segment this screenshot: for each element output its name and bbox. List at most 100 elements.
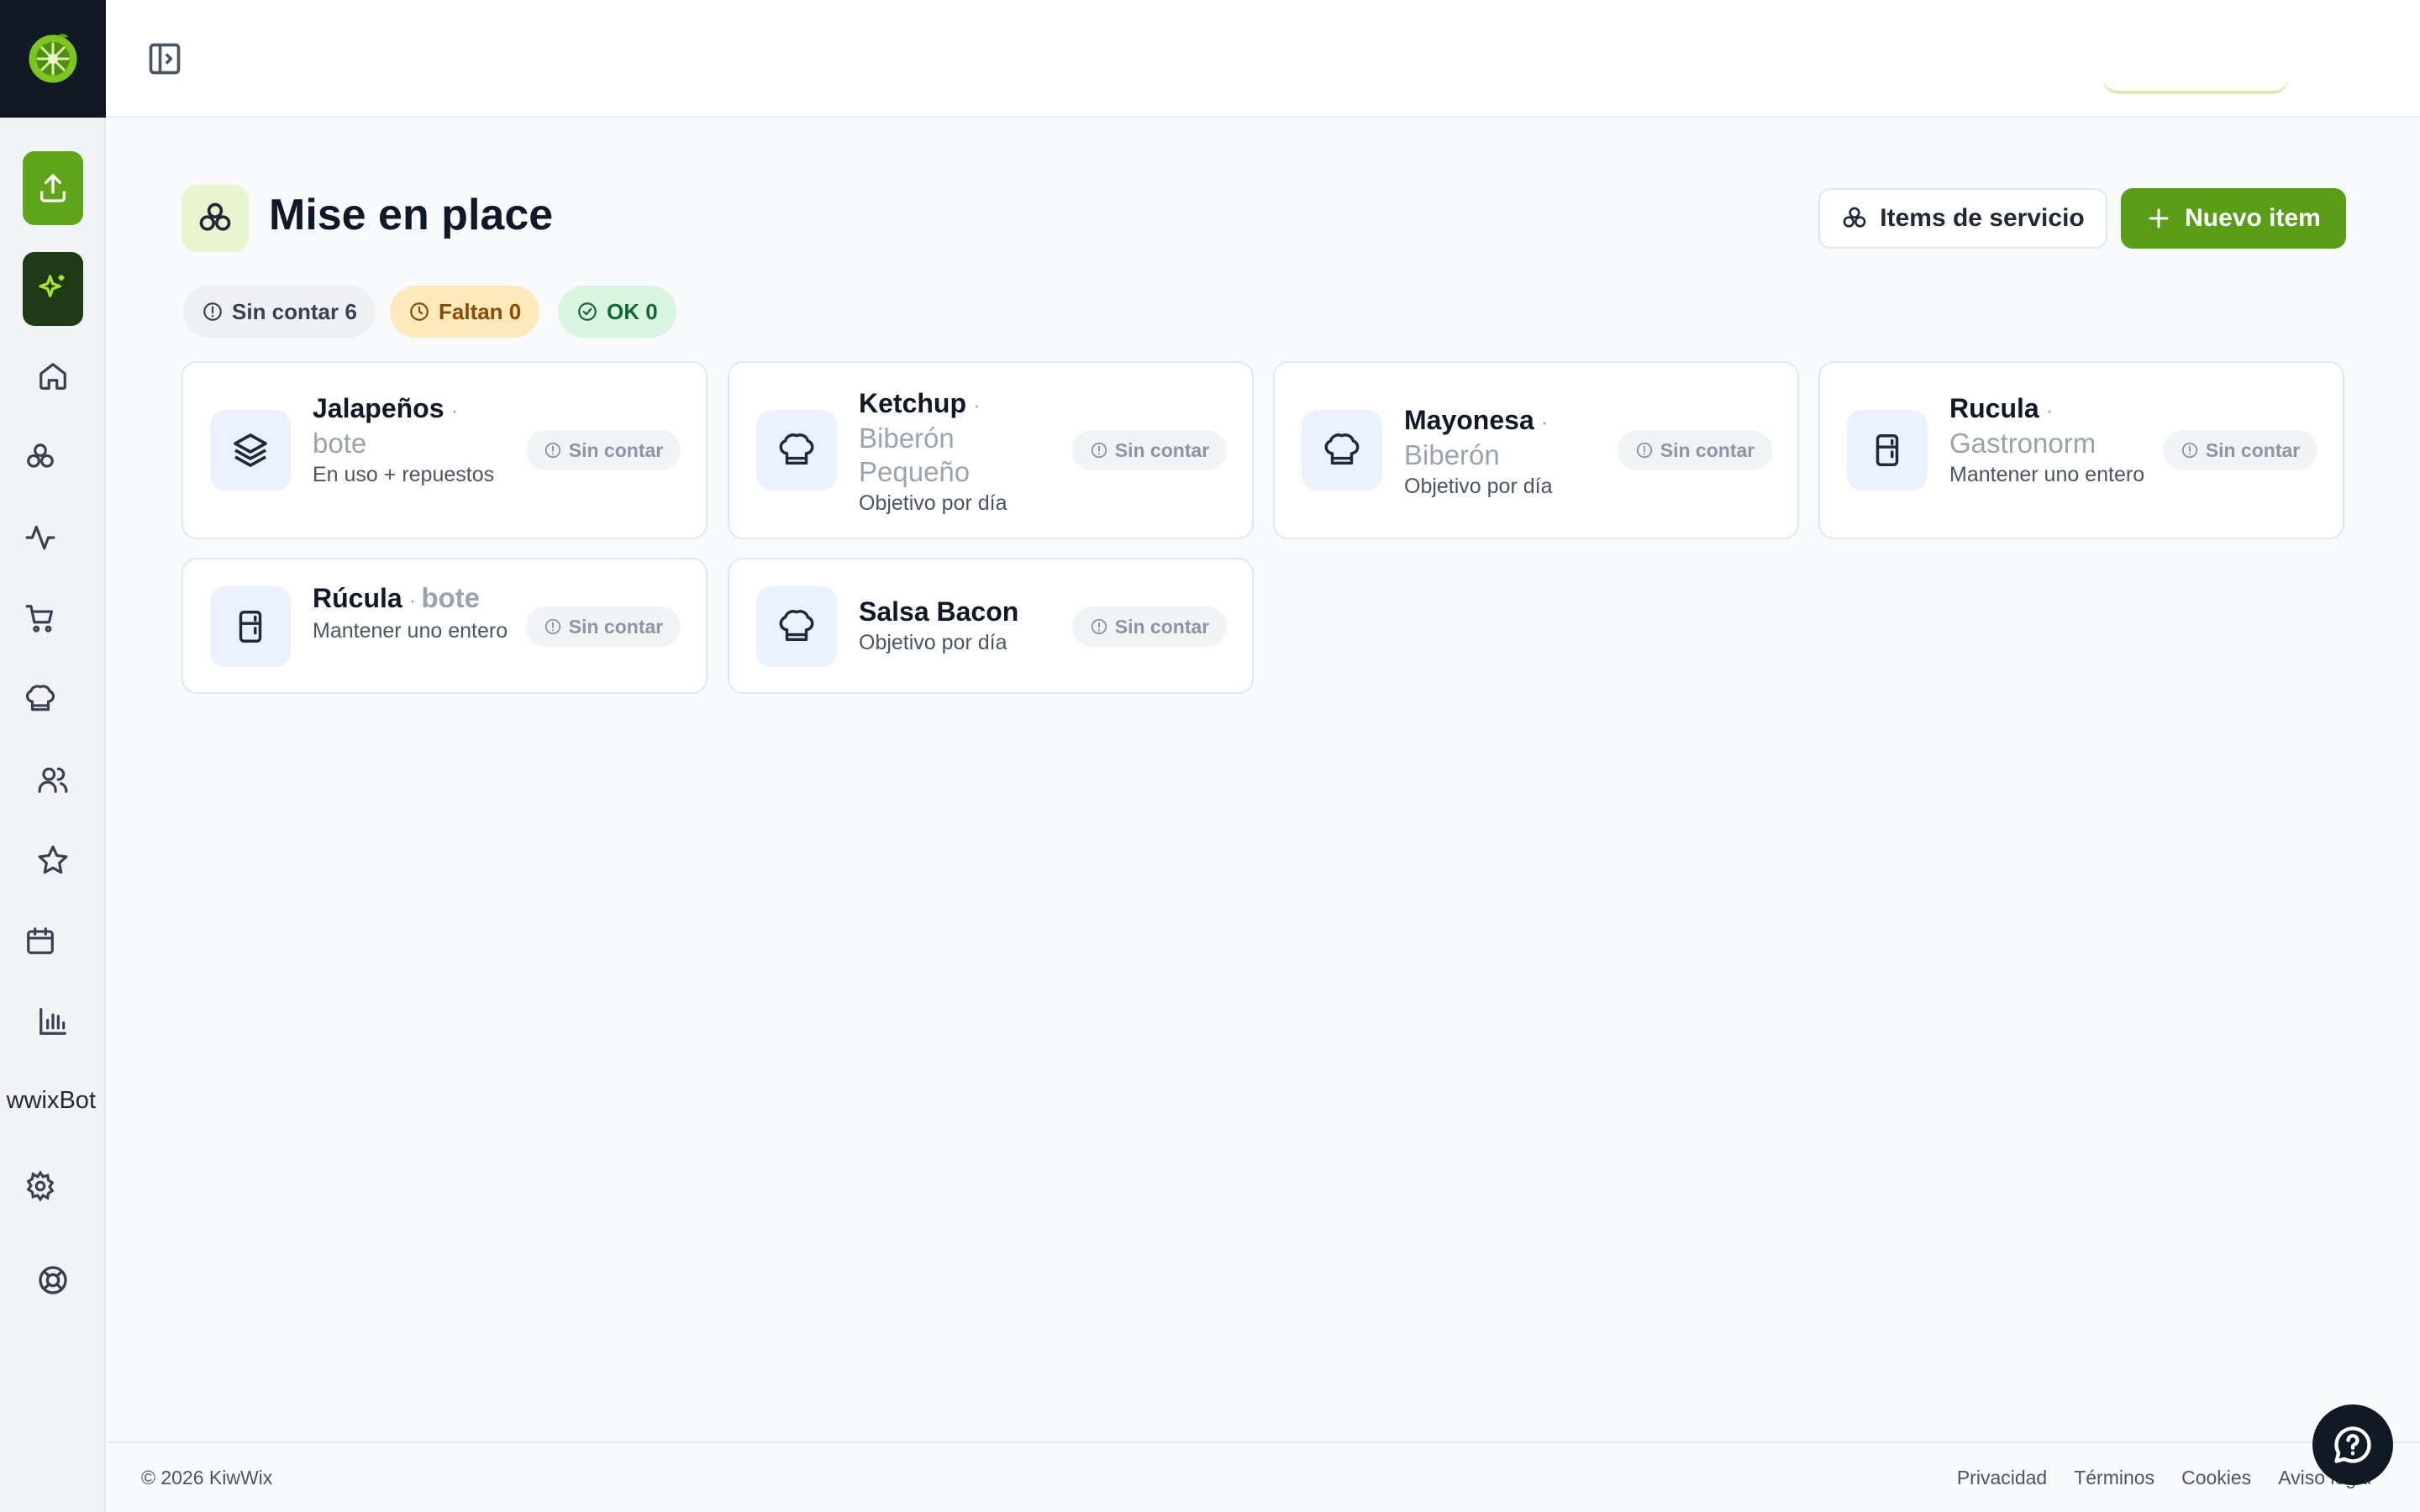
item-target: Objetivo por día <box>1404 475 1553 498</box>
mise-en-place-icon <box>27 444 54 468</box>
settings-icon <box>26 1170 55 1202</box>
item-card-rucula[interactable]: Rucula · Gastronorm Mantener uno entero S… <box>1818 361 2344 539</box>
item-unit: Biberón <box>1404 439 1500 470</box>
item-card-salsa-bacon[interactable]: Salsa Bacon Objetivo por día Sin contar <box>728 558 1254 694</box>
cart-icon <box>25 605 54 633</box>
item-unit: Gastronorm <box>1949 428 2096 459</box>
plus-icon <box>2149 208 2169 228</box>
separator-dot: · <box>450 397 459 423</box>
item-unit: bote <box>313 428 367 459</box>
help-chat-button[interactable] <box>2312 1404 2393 1485</box>
item-unit: Biberón Pequeño <box>859 423 971 487</box>
users-icon <box>38 767 68 793</box>
sidebar: wwixBot <box>0 0 106 1512</box>
item-name: Ketchup <box>859 388 966 418</box>
service-items-button[interactable]: Items de servicio <box>1818 188 2107 249</box>
separator-dot: · <box>2045 397 2054 423</box>
filter-ok[interactable]: OK 0 <box>558 286 676 338</box>
sidebar-item-calendar[interactable] <box>15 916 66 966</box>
filter-uncounted[interactable]: Sin contar 6 <box>183 286 376 338</box>
item-target: Mantener uno entero <box>1949 463 2145 486</box>
item-card-jalapenos[interactable]: Jalapeños · bote En uso + repuestos Sin c… <box>182 361 708 539</box>
mise-en-place-icon <box>1843 207 1866 228</box>
chef-hat-icon <box>25 685 55 711</box>
status-label: Sin contar <box>1114 615 1210 638</box>
footer-link-terms[interactable]: Términos <box>2074 1467 2154 1489</box>
status-badge: Sin contar <box>526 430 681 470</box>
status-badge: Sin contar <box>1072 606 1227 647</box>
panel-toggle-icon <box>149 43 181 75</box>
footer-link-cookies[interactable]: Cookies <box>2181 1467 2251 1489</box>
activity-icon <box>25 525 55 550</box>
footer: © 2026 KiwWix Privacidad Términos Cookie… <box>108 1441 2420 1512</box>
sidebar-item-home[interactable] <box>28 351 78 402</box>
item-card-ketchup[interactable]: Ketchup · Biberón Pequeño Objetivo por dí… <box>728 361 1254 539</box>
status-badge: Sin contar <box>1072 430 1227 470</box>
lifebuoy-icon <box>39 1266 67 1294</box>
clock-icon <box>410 302 429 321</box>
chef-hat-icon <box>1324 433 1360 465</box>
item-icon <box>756 410 837 491</box>
item-name: Mayonesa <box>1404 405 1534 435</box>
sidebar-item-activity[interactable] <box>15 512 66 563</box>
alert-circle-icon <box>1636 442 1652 459</box>
new-item-button[interactable]: Nuevo item <box>2121 188 2346 249</box>
ai-assistant-button[interactable] <box>23 252 83 326</box>
item-card-mayonesa[interactable]: Mayonesa · Biberón Objetivo por día Sin c… <box>1273 361 1799 539</box>
alert-circle-icon <box>203 302 222 321</box>
filter-ok-label: OK 0 <box>607 298 658 324</box>
item-icon <box>756 586 837 667</box>
header-status-pill[interactable] <box>2102 76 2289 94</box>
footer-link-privacy[interactable]: Privacidad <box>1957 1467 2047 1489</box>
item-unit: bote <box>421 582 481 613</box>
check-circle-icon <box>578 302 597 321</box>
sidebar-item-bot[interactable]: wwixBot <box>0 1087 106 1115</box>
item-target: Mantener uno entero <box>313 619 508 643</box>
page-title: Mise en place <box>269 191 554 239</box>
item-target: Objetivo por día <box>859 631 1007 654</box>
filter-missing-label: Faltan 0 <box>439 298 522 324</box>
star-icon <box>38 845 68 874</box>
alert-circle-icon <box>2181 442 2197 459</box>
item-name: Rucula <box>1949 393 2039 423</box>
footer-links: Privacidad Términos Cookies Aviso legal <box>1957 1467 2371 1489</box>
alert-circle-icon <box>544 442 560 459</box>
item-name: Jalapeños <box>313 393 445 423</box>
item-name: Rúcula <box>313 583 402 613</box>
alert-circle-icon <box>1091 618 1107 635</box>
filter-missing[interactable]: Faltan 0 <box>390 286 540 338</box>
status-badge: Sin contar <box>2163 430 2317 470</box>
fridge-icon <box>239 611 262 643</box>
kiwwix-logo[interactable] <box>0 0 106 118</box>
new-item-label: Nuevo item <box>2185 204 2321 232</box>
bar-chart-icon <box>39 1008 66 1035</box>
alert-circle-icon <box>544 618 560 635</box>
sidebar-item-shopping[interactable] <box>15 593 66 643</box>
home-icon <box>39 363 66 390</box>
sidebar-item-help[interactable] <box>28 1255 78 1305</box>
chef-hat-icon <box>779 433 814 465</box>
copyright: © 2026 KiwWix <box>141 1467 273 1488</box>
item-icon <box>1302 410 1382 491</box>
sidebar-toggle-button[interactable] <box>146 40 183 77</box>
status-label: Sin contar <box>1114 438 1210 461</box>
sidebar-item-team[interactable] <box>28 754 78 805</box>
status-label: Sin contar <box>1660 438 1755 461</box>
item-card-rucula-bote[interactable]: Rúcula · bote Mantener uno entero Sin cont… <box>182 558 708 694</box>
upload-icon <box>40 174 66 202</box>
sidebar-item-reports[interactable] <box>28 996 78 1047</box>
service-items-label: Items de servicio <box>1880 204 2085 232</box>
sidebar-item-mise-en-place[interactable] <box>15 432 66 482</box>
layers-icon <box>234 433 267 467</box>
status-label: Sin contar <box>568 438 664 461</box>
sidebar-item-kitchen[interactable] <box>15 674 66 724</box>
alert-circle-icon <box>1091 442 1107 459</box>
filter-uncounted-label: Sin contar 6 <box>232 298 357 324</box>
upload-button[interactable] <box>23 151 83 225</box>
sidebar-item-settings[interactable] <box>15 1161 66 1211</box>
status-label: Sin contar <box>568 615 664 638</box>
sidebar-item-favorites[interactable] <box>28 835 78 885</box>
calendar-icon <box>27 927 54 954</box>
separator-dot: · <box>1540 409 1549 434</box>
separator-dot: · <box>973 392 981 417</box>
